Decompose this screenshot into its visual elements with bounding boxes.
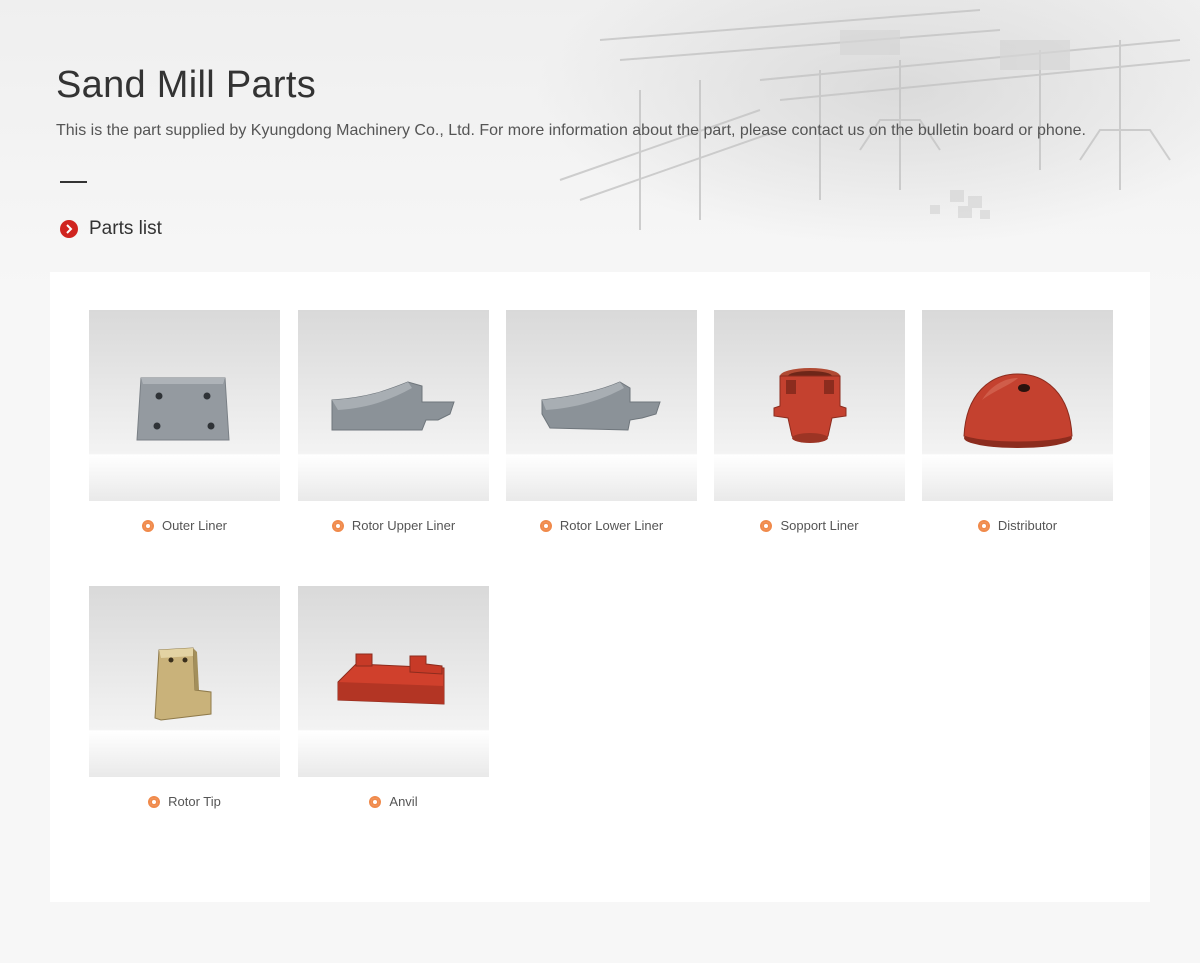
part-image-rotor-tip[interactable] — [89, 586, 280, 777]
part-label[interactable]: Outer Liner — [89, 518, 280, 533]
part-image-rotor-lower-liner[interactable] — [506, 310, 697, 501]
bullet-dot-icon — [369, 795, 382, 808]
part-label-text: Distributor — [997, 518, 1058, 533]
part-card-rotor-lower-liner[interactable]: Rotor Lower Liner — [506, 310, 697, 533]
part-image-anvil[interactable] — [298, 586, 489, 777]
part-label-text: Rotor Lower Liner — [559, 518, 664, 533]
bullet-dot-icon — [141, 519, 154, 532]
part-image-sopport-liner[interactable] — [714, 310, 905, 501]
part-card-anvil[interactable]: Anvil — [298, 586, 489, 809]
bullet-dot-icon — [760, 519, 773, 532]
title-divider — [60, 181, 87, 183]
part-card-distributor[interactable]: Distributor — [922, 310, 1113, 533]
part-label[interactable]: Rotor Tip — [89, 794, 280, 809]
hero-background — [0, 0, 1200, 290]
part-image-rotor-upper-liner[interactable] — [298, 310, 489, 501]
part-label[interactable]: Distributor — [922, 518, 1113, 533]
part-label-text: Outer Liner — [161, 518, 228, 533]
part-label[interactable]: Anvil — [298, 794, 489, 809]
part-image-distributor[interactable] — [922, 310, 1113, 501]
part-label-text: Sopport Liner — [780, 518, 859, 533]
bullet-dot-icon — [331, 519, 344, 532]
part-label-text: Rotor Upper Liner — [351, 518, 456, 533]
page-title: Sand Mill Parts — [56, 64, 317, 106]
bullet-dot-icon — [539, 519, 552, 532]
part-label-text: Rotor Tip — [168, 794, 221, 809]
bullet-dot-icon — [148, 795, 161, 808]
machinery-background-image — [559, 9, 1191, 230]
part-card-rotor-upper-liner[interactable]: Rotor Upper Liner — [298, 310, 489, 533]
chevron-right-icon — [60, 220, 78, 238]
part-label-text: Anvil — [389, 794, 418, 809]
bullet-dot-icon — [977, 519, 990, 532]
part-label[interactable]: Rotor Upper Liner — [298, 518, 489, 533]
part-label[interactable]: Rotor Lower Liner — [506, 518, 697, 533]
section-heading: Parts list — [60, 218, 162, 240]
part-card-outer-liner[interactable]: Outer Liner — [89, 310, 280, 533]
page-description: This is the part supplied by Kyungdong M… — [56, 122, 1086, 139]
part-image-outer-liner[interactable] — [89, 310, 280, 501]
part-label[interactable]: Sopport Liner — [714, 518, 905, 533]
part-card-rotor-tip[interactable]: Rotor Tip — [89, 586, 280, 809]
part-card-sopport-liner[interactable]: Sopport Liner — [714, 310, 905, 533]
section-title: Parts list — [89, 218, 162, 239]
parts-panel: Outer Liner Rotor Upper Liner Rotor Lowe… — [50, 272, 1150, 902]
